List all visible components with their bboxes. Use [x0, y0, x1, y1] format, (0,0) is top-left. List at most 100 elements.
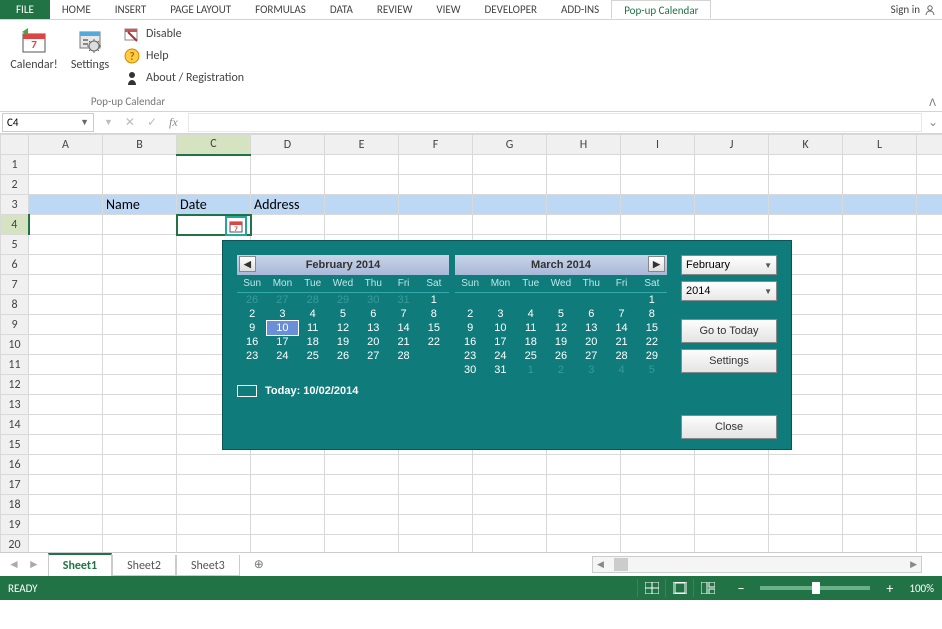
cell[interactable] — [695, 155, 769, 175]
cell[interactable] — [399, 195, 473, 215]
calendar-day[interactable]: 25 — [516, 349, 546, 363]
cell[interactable] — [399, 495, 473, 515]
name-box[interactable]: C4 ▼ — [2, 113, 94, 132]
cell[interactable] — [325, 155, 399, 175]
calendar-day[interactable]: 22 — [637, 335, 667, 349]
row-header[interactable]: 1 — [1, 155, 29, 175]
cell[interactable] — [695, 195, 769, 215]
cell[interactable] — [769, 195, 843, 215]
cell[interactable] — [29, 535, 103, 553]
cell[interactable] — [325, 475, 399, 495]
cell[interactable] — [917, 195, 942, 215]
calendar-day[interactable]: 18 — [516, 335, 546, 349]
calendar-day[interactable]: 10 — [485, 321, 515, 335]
calendar-day[interactable]: 19 — [328, 335, 358, 349]
zoom-out-button[interactable]: − — [733, 580, 748, 597]
cell[interactable] — [473, 495, 547, 515]
cell[interactable] — [103, 415, 177, 435]
row-header[interactable]: 9 — [1, 315, 29, 335]
cell[interactable] — [695, 475, 769, 495]
cell[interactable] — [547, 215, 621, 235]
cell[interactable] — [399, 515, 473, 535]
cell[interactable] — [399, 455, 473, 475]
calendar-day[interactable]: 23 — [455, 349, 485, 363]
cell[interactable] — [29, 255, 103, 275]
cell[interactable] — [103, 395, 177, 415]
calendar-day[interactable]: 4 — [298, 307, 328, 321]
calendar-day[interactable]: 3 — [576, 363, 606, 377]
tab-file[interactable]: FILE — [0, 0, 50, 19]
calendar-day[interactable]: 26 — [328, 349, 358, 363]
cell[interactable] — [769, 495, 843, 515]
go-to-today-button[interactable]: Go to Today — [681, 319, 777, 343]
cell[interactable] — [177, 475, 251, 495]
cell[interactable] — [843, 435, 917, 455]
cell[interactable] — [769, 475, 843, 495]
column-header[interactable]: C — [177, 135, 251, 155]
cell[interactable] — [769, 215, 843, 235]
next-month-button[interactable]: ▶ — [648, 256, 665, 272]
cell[interactable] — [917, 335, 942, 355]
cell[interactable] — [103, 275, 177, 295]
cell[interactable] — [251, 455, 325, 475]
cell[interactable] — [103, 155, 177, 175]
row-header[interactable]: 5 — [1, 235, 29, 255]
column-header[interactable]: K — [769, 135, 843, 155]
tab-addins[interactable]: ADD-INS — [549, 0, 611, 19]
calendar-day[interactable]: 24 — [485, 349, 515, 363]
year-select[interactable]: 2014▼ — [681, 281, 777, 301]
cell[interactable] — [473, 175, 547, 195]
scroll-left-icon[interactable]: ◀ — [593, 559, 608, 570]
column-header[interactable]: E — [325, 135, 399, 155]
cell[interactable] — [325, 455, 399, 475]
cell[interactable] — [917, 515, 942, 535]
cell[interactable] — [843, 495, 917, 515]
calendar-day[interactable]: 8 — [637, 307, 667, 321]
cell[interactable] — [177, 455, 251, 475]
calendar-day[interactable]: 7 — [388, 307, 418, 321]
cell[interactable] — [843, 235, 917, 255]
column-header[interactable]: B — [103, 135, 177, 155]
prev-month-button[interactable]: ◀ — [239, 256, 256, 272]
calendar-day[interactable]: 27 — [358, 349, 388, 363]
settings-big-button[interactable]: Settings — [62, 24, 118, 88]
cell[interactable] — [103, 375, 177, 395]
cell[interactable] — [917, 495, 942, 515]
cell[interactable] — [547, 155, 621, 175]
cell[interactable] — [103, 535, 177, 553]
cell[interactable] — [29, 375, 103, 395]
expand-formula-bar-icon[interactable]: ⌄ — [924, 112, 942, 133]
cell[interactable] — [251, 495, 325, 515]
calendar-day[interactable]: 2 — [455, 307, 485, 321]
cell[interactable] — [251, 175, 325, 195]
calendar-day[interactable]: 13 — [576, 321, 606, 335]
horizontal-scrollbar[interactable]: ◀ ▶ — [592, 556, 922, 573]
cell[interactable] — [621, 535, 695, 553]
calendar-day[interactable]: 11 — [516, 321, 546, 335]
calendar-day[interactable]: 9 — [455, 321, 485, 335]
formula-input[interactable] — [188, 113, 922, 132]
cell[interactable] — [473, 455, 547, 475]
calendar-day[interactable]: 26 — [237, 293, 267, 307]
cell[interactable] — [917, 295, 942, 315]
cell[interactable] — [177, 155, 251, 175]
calendar-day[interactable]: 6 — [576, 307, 606, 321]
cell[interactable] — [29, 435, 103, 455]
calendar-day[interactable]: 1 — [516, 363, 546, 377]
cell[interactable] — [769, 155, 843, 175]
cell[interactable] — [917, 475, 942, 495]
tab-formulas[interactable]: FORMULAS — [243, 0, 318, 19]
row-header[interactable]: 10 — [1, 335, 29, 355]
about-button[interactable]: About / Registration — [122, 68, 246, 88]
row-header[interactable]: 2 — [1, 175, 29, 195]
cell[interactable] — [843, 175, 917, 195]
column-header[interactable]: G — [473, 135, 547, 155]
cell[interactable] — [325, 515, 399, 535]
calendar-day[interactable]: 29 — [328, 293, 358, 307]
row-header[interactable]: 6 — [1, 255, 29, 275]
calendar-day[interactable]: 1 — [419, 293, 449, 307]
cell[interactable] — [251, 535, 325, 553]
cell[interactable]: Name — [103, 195, 177, 215]
scroll-thumb[interactable] — [614, 558, 628, 571]
cell[interactable] — [399, 535, 473, 553]
